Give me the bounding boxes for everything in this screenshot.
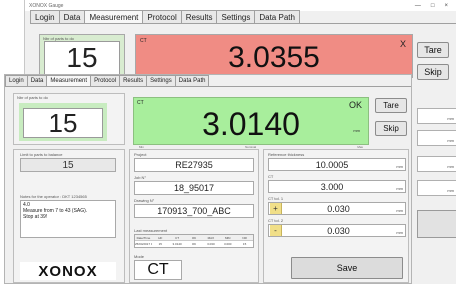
reference-thickness-label: Reference thickness <box>268 152 305 157</box>
operator-notes: 4.0 Measure from 7 to 43 (SAG). Stop at … <box>20 200 116 238</box>
column-header: MIN <box>224 235 231 240</box>
column-header: NR <box>242 235 247 240</box>
table-row: 25/04/2017 08:19 15 3.0140 OK 3.030 3.00… <box>135 241 253 247</box>
ct-tol2-label: CT tol. 2 <box>268 218 284 223</box>
reference-thickness-value: 10.0005 <box>315 159 349 170</box>
back-skip-button[interactable]: Skip <box>417 64 449 80</box>
plus-sign-icon: + <box>270 203 282 214</box>
column-header: HF <box>158 235 163 240</box>
window-title: XONOX Gauge <box>29 2 64 9</box>
part-count-frame: 15 <box>19 103 107 141</box>
column-header: MAX <box>207 235 215 240</box>
mode-label: Mode <box>134 254 145 259</box>
last-measurement-label: Last measurement <box>134 228 168 233</box>
back-save-button[interactable] <box>417 210 456 238</box>
back-tab-bar: Login Data Measurement Protocol Results … <box>30 10 456 24</box>
mode-value: CT <box>134 260 182 280</box>
notes-line: Stop at 39! <box>23 214 48 220</box>
ct-label: CT <box>268 174 274 179</box>
job-label: Job N° <box>134 175 147 180</box>
ct-tol2-unit: mm <box>396 230 403 235</box>
table-cell: 15 <box>242 242 247 246</box>
back-part-count: 15 <box>44 41 120 75</box>
measurement-unit: mm <box>353 128 360 133</box>
table-cell: 15 <box>158 242 162 246</box>
reference-thickness-field[interactable]: 10.0005 mm <box>268 158 406 171</box>
table-cell: 3.030 <box>207 242 215 246</box>
part-count-panel: Nbr of parts to do 15 <box>13 93 125 145</box>
tab-protocol[interactable]: Protocol <box>142 10 182 23</box>
drawing-field[interactable]: 170913_700_ABC <box>134 204 254 218</box>
back-measurement-value: 3.0355 <box>228 41 320 74</box>
table-cell: 25/04/2017 08:19 <box>135 242 152 246</box>
part-count: 15 <box>23 108 103 138</box>
back-part-count-panel: Nbr of parts to do 15 <box>39 34 125 78</box>
front-window: Login Data Measurement Protocol Results … <box>4 74 412 284</box>
back-measurement-display: CT 3.0355 X <box>135 34 413 78</box>
table-cell: 3.0140 <box>172 242 182 246</box>
measurement-display: CT 3.0140 OK mm <box>133 97 369 145</box>
save-button[interactable]: Save <box>291 257 403 279</box>
maximize-icon[interactable]: □ <box>431 3 435 9</box>
ct-field[interactable]: 3.000 mm <box>268 180 406 193</box>
ct-unit: mm <box>396 186 403 191</box>
back-field-3: mm <box>417 156 456 172</box>
tab-settings[interactable]: Settings <box>216 10 256 23</box>
tab-results[interactable]: Results <box>180 10 218 23</box>
tab-data[interactable]: Data <box>26 75 48 86</box>
ct-value: 3.000 <box>320 181 344 192</box>
measurement-value: 3.0140 <box>202 106 300 142</box>
tab-data[interactable]: Data <box>58 10 86 23</box>
gauge-value: 15 <box>20 158 116 172</box>
tab-data-path[interactable]: Data Path <box>174 75 210 86</box>
gauge-label: Limit to parts to balance <box>20 152 63 157</box>
project-field[interactable]: RE27935 <box>134 158 254 172</box>
minimize-icon[interactable]: — <box>415 3 421 9</box>
ct-tol1-label: CT tol. 1 <box>268 196 284 201</box>
operator-panel: Limit to parts to balance 15 Notes for t… <box>13 149 125 283</box>
job-field[interactable]: 18_95017 <box>134 181 254 195</box>
column-header: OK <box>191 235 197 240</box>
window-controls: — □ × <box>415 3 456 9</box>
job-panel: Project RE27935 Job N° 18_95017 Drawing … <box>129 149 259 283</box>
reference-thickness-unit: mm <box>396 164 403 169</box>
back-field-4: mm <box>417 180 456 196</box>
tare-button[interactable]: Tare <box>375 98 407 113</box>
tab-login[interactable]: Login <box>5 75 28 86</box>
column-header: Date/Time <box>136 235 151 240</box>
last-measurement-table: Date/Time HF CT OK MAX MIN NR 25/04/2017… <box>134 234 254 248</box>
front-tab-bar: Login Data Measurement Protocol Results … <box>5 75 411 87</box>
tab-results[interactable]: Results <box>119 75 148 86</box>
ct-tol2-value: 0.030 <box>327 225 350 236</box>
back-tare-button[interactable]: Tare <box>417 42 449 58</box>
ct-tol1-field[interactable]: + 0.030 mm <box>268 202 406 215</box>
back-status-mark: X <box>399 39 406 49</box>
table-cell: 3.000 <box>223 242 232 246</box>
ct-tol2-field[interactable]: - 0.030 mm <box>268 224 406 237</box>
ct-tol1-unit: mm <box>396 208 403 213</box>
tab-measurement[interactable]: Measurement <box>84 10 144 23</box>
back-field-1: mm <box>417 108 456 124</box>
project-label: Project <box>134 152 147 157</box>
tab-login[interactable]: Login <box>30 10 60 23</box>
tab-protocol[interactable]: Protocol <box>90 75 121 86</box>
measurement-status: OK <box>348 100 362 110</box>
part-count-label: Nbr of parts to do <box>17 95 48 100</box>
xonox-logo: XONOX <box>20 262 116 280</box>
back-field-2: mm <box>417 130 456 146</box>
notes-label: Notes for the operator : DKT 1234565 <box>20 194 87 199</box>
minus-sign-icon: - <box>270 225 282 236</box>
tab-settings[interactable]: Settings <box>146 75 176 86</box>
close-icon[interactable]: × <box>444 3 448 9</box>
ct-tol1-value: 0.030 <box>327 203 350 214</box>
tab-data-path[interactable]: Data Path <box>254 10 300 23</box>
drawing-label: Drawing N° <box>134 198 155 203</box>
tab-measurement[interactable]: Measurement <box>46 75 92 86</box>
skip-button[interactable]: Skip <box>375 121 407 136</box>
column-header: CT <box>175 235 180 240</box>
table-cell: OK <box>191 242 197 246</box>
